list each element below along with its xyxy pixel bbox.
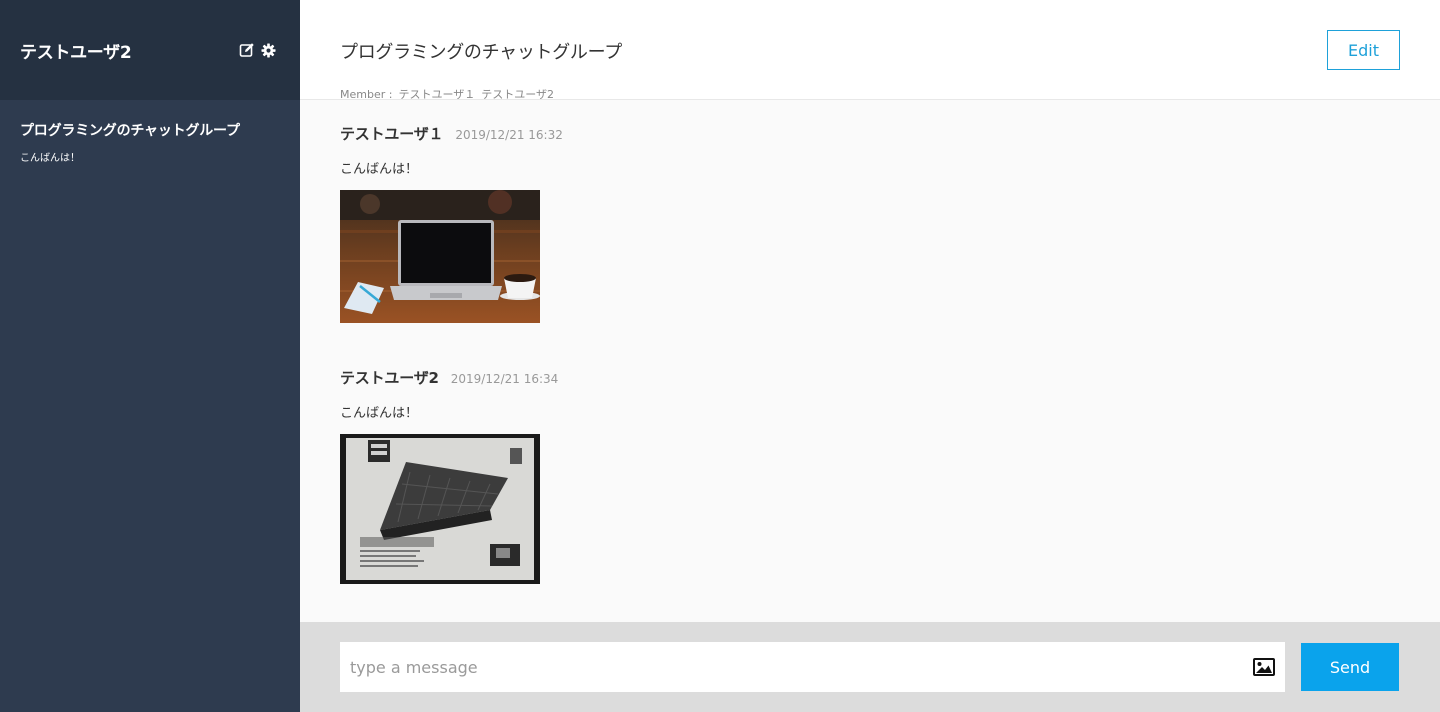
message-list: テストユーザ１ 2019/12/21 16:32 こんばんは！ テストユーザ2 …	[300, 100, 1440, 622]
ergostand-box-image	[340, 434, 540, 584]
message-header: テストユーザ2 2019/12/21 16:34	[340, 367, 558, 388]
message-text: こんばんは！	[340, 406, 419, 421]
edit-button[interactable]: Edit	[1327, 30, 1400, 70]
send-button[interactable]: Send	[1301, 643, 1399, 691]
message-input[interactable]	[350, 657, 1253, 677]
laptop-on-table-image	[340, 190, 540, 323]
group-last-message: こんばんは！	[20, 153, 80, 164]
settings-gear-icon[interactable]	[261, 42, 276, 58]
chat-header: プログラミングのチャットグループ Member : テストユーザ１ テストユーザ2 …	[300, 0, 1440, 101]
chat-main: プログラミングのチャットグループ Member : テストユーザ１ テストユーザ2 …	[300, 0, 1440, 712]
message-time: 2019/12/21 16:32	[455, 128, 563, 142]
image-upload-icon[interactable]	[1253, 658, 1275, 676]
sidebar-group-item[interactable]: プログラミングのチャットグループ こんばんは！	[0, 100, 300, 184]
group-name: プログラミングのチャットグループ	[20, 123, 240, 139]
message-item: テストユーザ１ 2019/12/21 16:32 こんばんは！	[340, 123, 563, 327]
message-input-wrapper	[340, 642, 1285, 692]
current-user-name: テストユーザ2	[20, 42, 132, 63]
sidebar-header: テストユーザ2	[0, 0, 300, 100]
message-item: テストユーザ2 2019/12/21 16:34 こんばんは！	[340, 367, 558, 588]
message-user: テストユーザ2	[340, 369, 439, 387]
message-image[interactable]	[340, 434, 540, 588]
message-image[interactable]	[340, 190, 540, 327]
message-text: こんばんは！	[340, 162, 419, 177]
chat-title: プログラミングのチャットグループ	[340, 42, 622, 63]
message-time: 2019/12/21 16:34	[450, 372, 559, 386]
message-user: テストユーザ１	[340, 125, 444, 143]
edit-group-icon[interactable]	[239, 42, 255, 58]
message-header: テストユーザ１ 2019/12/21 16:32	[340, 123, 563, 144]
header-icons	[239, 42, 276, 58]
sidebar: テストユーザ2 プログラミングのチャットグループ こんばんは！	[0, 0, 300, 712]
message-form: Send	[300, 622, 1440, 712]
